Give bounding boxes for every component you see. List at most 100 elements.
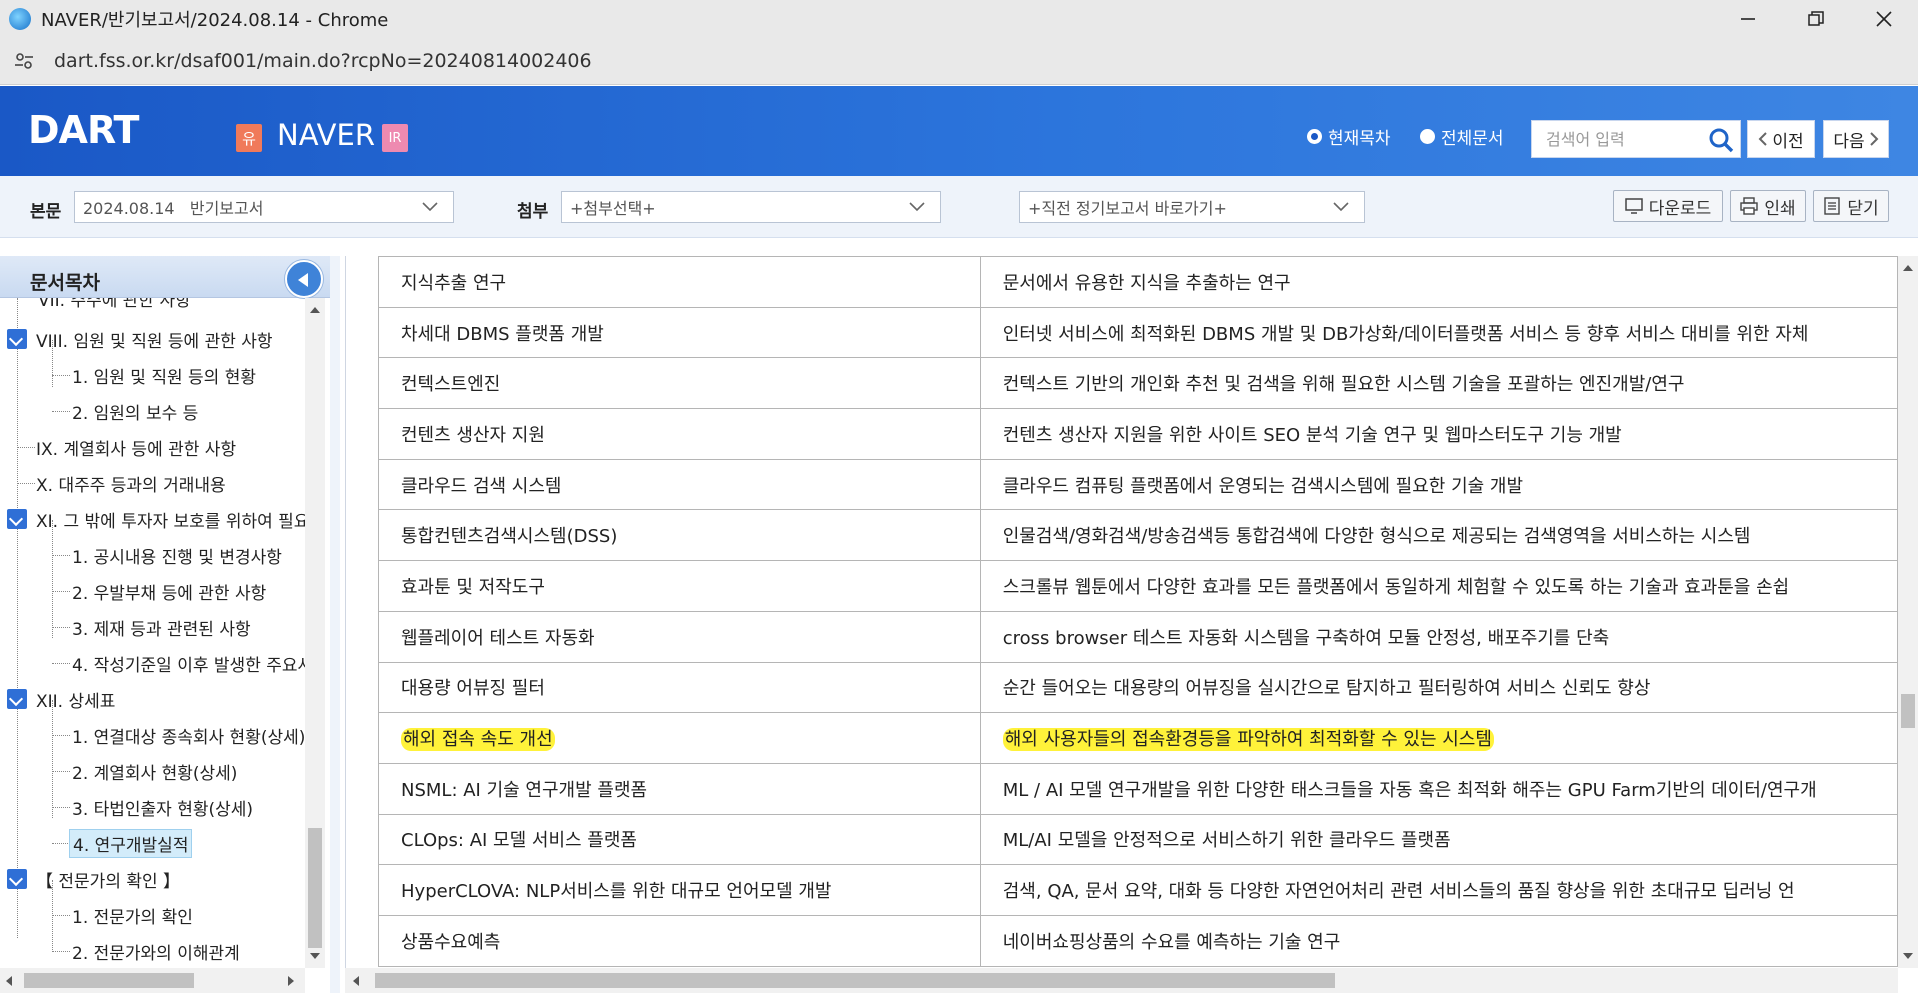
cell-text: 컨텍스트 기반의 개인화 추천 및 검색을 위해 필요한 시스템 기술을 포괄하… xyxy=(1002,374,1685,396)
toc-scroll-thumb[interactable] xyxy=(308,828,322,948)
toc-item-label: 1. 공시내용 진행 및 변경사항 xyxy=(72,547,282,568)
toc-item[interactable]: 1. 전문가의 확인 xyxy=(72,901,193,929)
scroll-up-icon[interactable] xyxy=(1903,265,1913,271)
main-vertical-scrollbar[interactable] xyxy=(1898,256,1918,968)
project-description-cell: ML / AI 모델 연구개발을 위한 다양한 태스크들을 자동 혹은 최적화 … xyxy=(979,762,1898,815)
scroll-right-icon[interactable] xyxy=(288,976,294,986)
ir-badge[interactable]: IR xyxy=(382,124,408,152)
chevron-down-icon xyxy=(422,202,438,212)
panel-splitter[interactable] xyxy=(330,256,340,993)
toc-item[interactable]: 1. 임원 및 직원 등의 현황 xyxy=(72,361,256,389)
cell-text: 검색, QA, 문서 요약, 대화 등 다양한 자연언어처리 관련 서비스들의 … xyxy=(1002,881,1795,903)
main-scroll-thumb[interactable] xyxy=(1901,694,1915,728)
main-doc-select-value: 2024.08.14 반기보고서 xyxy=(83,199,264,218)
toc-item[interactable]: 2. 계열회사 현황(상세) xyxy=(72,757,237,785)
toc-item[interactable]: 4. 작성기준일 이후 발생한 주요사항 xyxy=(72,649,305,677)
toc-item-label: IX. 계열회사 등에 관한 사항 xyxy=(36,439,237,460)
tree-expand-icon[interactable] xyxy=(7,869,27,889)
toc-item[interactable]: 1. 공시내용 진행 및 변경사항 xyxy=(72,541,282,569)
toc-item[interactable]: VII. 주주에 관한 사항 xyxy=(38,298,191,312)
document-viewer: 지식추출 연구 문서에서 유용한 지식을 추출하는 연구 차세대 DBMS 플랫폼 … xyxy=(345,256,1898,968)
search-box xyxy=(1531,120,1741,158)
cell-text: 클라우드 검색 시스템 xyxy=(401,475,562,497)
toc-item[interactable]: XII. 상세표 xyxy=(36,685,115,713)
toc-item[interactable]: 1. 연결대상 종속회사 현황(상세) xyxy=(72,721,305,749)
toc-item-label: 2. 임원의 보수 등 xyxy=(72,403,199,424)
project-description-cell: 네이버쇼핑상품의 수요를 예측하는 기술 연구 xyxy=(979,914,1898,967)
search-input[interactable] xyxy=(1532,121,1702,157)
periodic-report-select-value: +직전 정기보고서 바로가기+ xyxy=(1028,199,1227,218)
attach-select-value: +첨부선택+ xyxy=(570,199,656,218)
project-name-cell: 웹플레이어 테스트 자동화 xyxy=(378,610,981,663)
scroll-up-icon[interactable] xyxy=(310,307,320,313)
toc-item[interactable]: 3. 제재 등과 관련된 사항 xyxy=(72,613,251,641)
toc-item[interactable]: IX. 계열회사 등에 관한 사항 xyxy=(36,433,236,461)
scroll-left-icon[interactable] xyxy=(6,976,12,986)
radio-all-doc[interactable]: 전체문서 xyxy=(1420,124,1504,149)
project-name-cell: 컨텐츠 생산자 지원 xyxy=(378,408,981,460)
main-horizontal-scrollbar[interactable] xyxy=(345,968,1898,993)
toc-item-label: XII. 상세표 xyxy=(36,691,116,712)
toc-item[interactable]: 2. 전문가와의 이해관계 xyxy=(72,937,240,965)
toc-item[interactable]: VIII. 임원 및 직원 등에 관한 사항 xyxy=(36,325,273,353)
scroll-left-icon[interactable] xyxy=(353,976,359,986)
project-description-cell: 컨텍스트 기반의 개인화 추천 및 검색을 위해 필요한 시스템 기술을 포괄하… xyxy=(979,357,1898,410)
tree-expand-icon[interactable] xyxy=(7,689,27,709)
document-icon xyxy=(1824,197,1841,215)
minimize-button[interactable] xyxy=(1714,0,1782,37)
project-name-cell: 통합컨텐츠검색시스템(DSS) xyxy=(378,509,981,562)
project-description-cell: ML/AI 모델을 안정적으로 서비스하기 위한 클라우드 플랫폼 xyxy=(979,813,1898,866)
toc-item-selected[interactable]: 4. 연구개발실적 xyxy=(69,828,193,858)
toc-horizontal-scrollbar[interactable] xyxy=(0,968,305,993)
tree-expand-icon[interactable] xyxy=(7,509,27,529)
close-doc-button[interactable]: 닫기 xyxy=(1813,190,1889,222)
radio-circle-icon xyxy=(1307,129,1322,144)
toc-hscroll-thumb[interactable] xyxy=(24,973,194,988)
toc-item[interactable]: 3. 타법인출자 현황(상세) xyxy=(72,793,253,821)
next-button[interactable]: 다음 xyxy=(1823,120,1889,158)
search-icon[interactable] xyxy=(1708,127,1734,153)
tree-expand-icon[interactable] xyxy=(7,329,27,349)
project-name-cell: 대용량 어뷰징 필터 xyxy=(378,661,981,714)
restore-button[interactable] xyxy=(1782,0,1850,37)
download-button[interactable]: 다운로드 xyxy=(1613,190,1723,222)
collapse-toc-button[interactable] xyxy=(285,260,323,298)
scroll-down-icon[interactable] xyxy=(1903,953,1913,959)
main-hscroll-thumb[interactable] xyxy=(375,973,1335,988)
url-text[interactable]: dart.fss.or.kr/dsaf001/main.do?rcpNo=202… xyxy=(54,50,592,72)
cell-text: 효과툰 및 저작도구 xyxy=(401,576,545,598)
cell-text: 상품수요예측 xyxy=(401,931,501,953)
attach-select[interactable]: +첨부선택+ xyxy=(561,191,941,223)
project-name-cell: 해외 접속 속도 개선 xyxy=(378,712,981,764)
periodic-report-select[interactable]: +직전 정기보고서 바로가기+ xyxy=(1019,191,1365,223)
toc-item-label: 1. 임원 및 직원 등의 현황 xyxy=(72,367,256,388)
toc-item-label: 2. 계열회사 현황(상세) xyxy=(72,763,238,784)
prev-button[interactable]: 이전 xyxy=(1747,120,1815,158)
toc-vertical-scrollbar[interactable] xyxy=(305,298,325,968)
toc-item[interactable]: 2. 임원의 보수 등 xyxy=(72,397,198,425)
toc-item[interactable]: 【 전문가의 확인 】 xyxy=(36,865,180,893)
radio-current-toc[interactable]: 현재목차 xyxy=(1307,124,1391,149)
print-button[interactable]: 인쇄 xyxy=(1730,190,1806,222)
project-name-cell: 클라우드 검색 시스템 xyxy=(378,458,981,511)
cell-text: 지식추출 연구 xyxy=(401,272,507,294)
table-row: 해외 접속 속도 개선 해외 사용자들의 접속환경등을 파악하여 최적화할 수 있… xyxy=(378,712,1898,764)
project-name-cell: 차세대 DBMS 플랫폼 개발 xyxy=(378,306,981,359)
cell-text: 웹플레이어 테스트 자동화 xyxy=(401,627,595,649)
project-name-cell: CLOps: AI 모델 서비스 플랫폼 xyxy=(378,813,981,866)
toc-item[interactable]: X. 대주주 등과의 거래내용 xyxy=(36,469,226,497)
toc-item-label: 2. 우발부채 등에 관한 사항 xyxy=(72,583,267,604)
cell-text: 해외 접속 속도 개선 xyxy=(401,728,555,752)
scroll-down-icon[interactable] xyxy=(310,953,320,959)
toc-item[interactable]: 2. 우발부채 등에 관한 사항 xyxy=(72,577,266,605)
toc-item[interactable]: XI. 그 밖에 투자자 보호를 위하여 필요한 사항 xyxy=(36,505,305,533)
cell-text: HyperCLOVA: NLP서비스를 위한 대규모 언어모델 개발 xyxy=(401,881,832,903)
main-doc-select[interactable]: 2024.08.14 반기보고서 xyxy=(74,191,454,223)
print-label: 인쇄 xyxy=(1764,198,1796,219)
close-window-button[interactable] xyxy=(1850,0,1918,37)
company-name[interactable]: NAVER xyxy=(277,118,375,152)
dart-logo[interactable]: DART xyxy=(28,108,139,152)
site-settings-icon[interactable] xyxy=(12,49,36,73)
project-description-cell: 클라우드 컴퓨팅 플랫폼에서 운영되는 검색시스템에 필요한 기술 개발 xyxy=(979,458,1898,511)
table-row: HyperCLOVA: NLP서비스를 위한 대규모 언어모델 개발 검색, QA… xyxy=(378,864,1898,916)
